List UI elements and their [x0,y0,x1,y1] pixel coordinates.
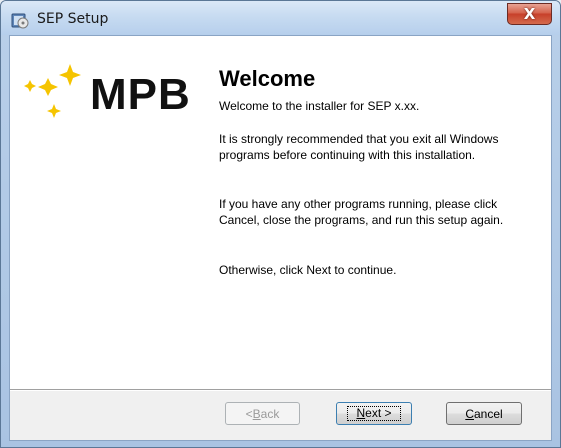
next-label: ext > [365,406,392,420]
back-mnemonic: B [252,406,261,421]
next-focus-ring: Next > [347,406,401,421]
setup-window: SEP Setup X MPB Welcome Welcome to the i… [0,0,561,448]
back-prefix: < [245,406,253,421]
button-separator [10,389,551,391]
cancel-button[interactable]: Cancel [446,402,522,425]
cancel-instructions-text: If you have any other programs running, … [219,197,504,227]
installer-disc-icon [11,13,29,29]
close-icon: X [523,5,536,23]
cancel-label: ancel [473,406,503,421]
back-label: ack [260,406,280,421]
cancel-mnemonic: C [465,406,474,421]
continue-text: Otherwise, click Next to continue. [219,263,397,277]
exit-programs-text: It is strongly recommended that you exit… [219,132,499,162]
back-button[interactable]: < Back [225,402,300,425]
next-button[interactable]: Next > [336,402,412,425]
next-mnemonic: N [356,406,366,420]
welcome-panel: MPB Welcome Welcome to the installer for… [10,36,551,389]
intro-text: Welcome to the installer for SEP x.xx. [219,99,420,113]
dialog-client-area: MPB Welcome Welcome to the installer for… [9,35,552,441]
page-title: Welcome [219,66,316,91]
mpb-logo-text: MPB [90,70,191,119]
window-title: SEP Setup [37,11,109,27]
close-button[interactable]: X [507,3,552,25]
title-bar[interactable]: SEP Setup X [1,1,560,35]
